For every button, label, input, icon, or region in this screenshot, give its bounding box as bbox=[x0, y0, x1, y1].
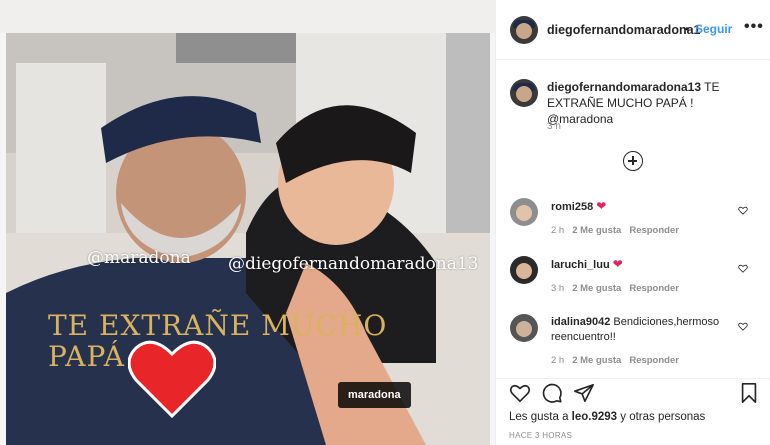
photo-illustration bbox=[6, 33, 490, 445]
mention-sticker-maradona[interactable]: @maradona bbox=[87, 248, 191, 268]
post-side-panel: diegofernandomaradona1 • Seguir ••• dieg… bbox=[495, 0, 770, 445]
commenter-avatar[interactable] bbox=[510, 198, 538, 226]
like-comment-icon[interactable] bbox=[738, 322, 748, 331]
photo-area: @maradona @diegofernandomaradona13 TE EX… bbox=[0, 0, 495, 445]
follow-button[interactable]: Seguir bbox=[695, 22, 732, 36]
comment-heart-emoji: ❤ bbox=[612, 257, 623, 271]
photo-caption-line-2: PAPÁ bbox=[48, 340, 125, 373]
save-bookmark-icon[interactable] bbox=[739, 382, 759, 404]
comment-likes[interactable]: 2 Me gusta bbox=[572, 355, 621, 366]
more-options-icon[interactable]: ••• bbox=[744, 18, 764, 36]
comment-item: idalina9042 Bendiciones,hermoso reencuen… bbox=[496, 314, 770, 369]
comment-meta: 2 h 2 Me gusta Responder bbox=[551, 355, 687, 366]
comment-meta: 2 h 2 Me gusta Responder bbox=[551, 225, 687, 236]
like-comment-icon[interactable] bbox=[738, 206, 748, 215]
likes-summary: Les gusta a leo.9293 y otras personas bbox=[509, 411, 705, 423]
caption-time[interactable]: 3 h bbox=[547, 121, 561, 132]
comment-likes[interactable]: 2 Me gusta bbox=[572, 225, 621, 236]
top-strip bbox=[0, 0, 495, 33]
comment-username[interactable]: romi258 bbox=[551, 201, 593, 213]
commenter-avatar[interactable] bbox=[510, 314, 538, 342]
post-photo[interactable] bbox=[6, 33, 490, 445]
heart-sticker-icon bbox=[128, 340, 216, 418]
caption-avatar[interactable] bbox=[510, 79, 538, 107]
posted-ago[interactable]: HACE 3 HORAS bbox=[509, 431, 572, 440]
caption-username[interactable]: diegofernandomaradona13 bbox=[547, 80, 701, 94]
like-heart-icon[interactable] bbox=[509, 382, 531, 404]
post-header: diegofernandomaradona1 • Seguir ••• bbox=[496, 0, 770, 60]
comment-username[interactable]: idalina9042 bbox=[551, 316, 610, 328]
likes-user[interactable]: leo.9293 bbox=[572, 411, 617, 423]
comment-text: laruchi_luu ❤ bbox=[551, 257, 731, 273]
comment-username[interactable]: laruchi_luu bbox=[551, 259, 610, 271]
mention-sticker-son[interactable]: @diegofernandomaradona13 bbox=[228, 254, 478, 274]
comment-likes[interactable]: 2 Me gusta bbox=[572, 283, 621, 294]
author-avatar[interactable] bbox=[510, 16, 538, 44]
reply-button[interactable]: Responder bbox=[629, 225, 679, 236]
likes-suffix[interactable]: y otras personas bbox=[617, 411, 705, 423]
reply-button[interactable]: Responder bbox=[629, 355, 679, 366]
reply-button[interactable]: Responder bbox=[629, 283, 679, 294]
commenter-avatar[interactable] bbox=[510, 256, 538, 284]
like-comment-icon[interactable] bbox=[738, 264, 748, 273]
caption-text: diegofernandomaradona13 TE EXTRAÑE MUCHO… bbox=[547, 79, 757, 127]
comment-text: romi258 ❤ bbox=[551, 199, 731, 215]
comment-time[interactable]: 2 h bbox=[551, 225, 564, 236]
comment-text: idalina9042 Bendiciones,hermoso reencuen… bbox=[551, 315, 731, 345]
load-more-comments-icon[interactable] bbox=[623, 151, 643, 171]
author-username[interactable]: diegofernandomaradona1 bbox=[547, 23, 701, 37]
separator-dot: • bbox=[685, 22, 690, 36]
comment-time[interactable]: 2 h bbox=[551, 355, 564, 366]
comment-meta: 3 h 2 Me gusta Responder bbox=[551, 283, 687, 294]
share-send-icon[interactable] bbox=[573, 382, 595, 404]
likes-prefix: Les gusta a bbox=[509, 411, 572, 423]
photo-caption-line-1: TE EXTRAÑE MUCHO bbox=[48, 309, 388, 342]
comment-bubble-icon[interactable] bbox=[541, 382, 563, 404]
comment-item: laruchi_luu ❤ 3 h 2 Me gusta Responder bbox=[496, 256, 770, 311]
comment-time[interactable]: 3 h bbox=[551, 283, 564, 294]
comment-item: romi258 ❤ 2 h 2 Me gusta Responder bbox=[496, 198, 770, 253]
action-bar bbox=[496, 378, 770, 408]
comment-heart-emoji: ❤ bbox=[596, 199, 607, 213]
user-tag-pill[interactable]: maradona bbox=[338, 382, 411, 408]
instagram-post-view: @maradona @diegofernandomaradona13 TE EX… bbox=[0, 0, 770, 445]
